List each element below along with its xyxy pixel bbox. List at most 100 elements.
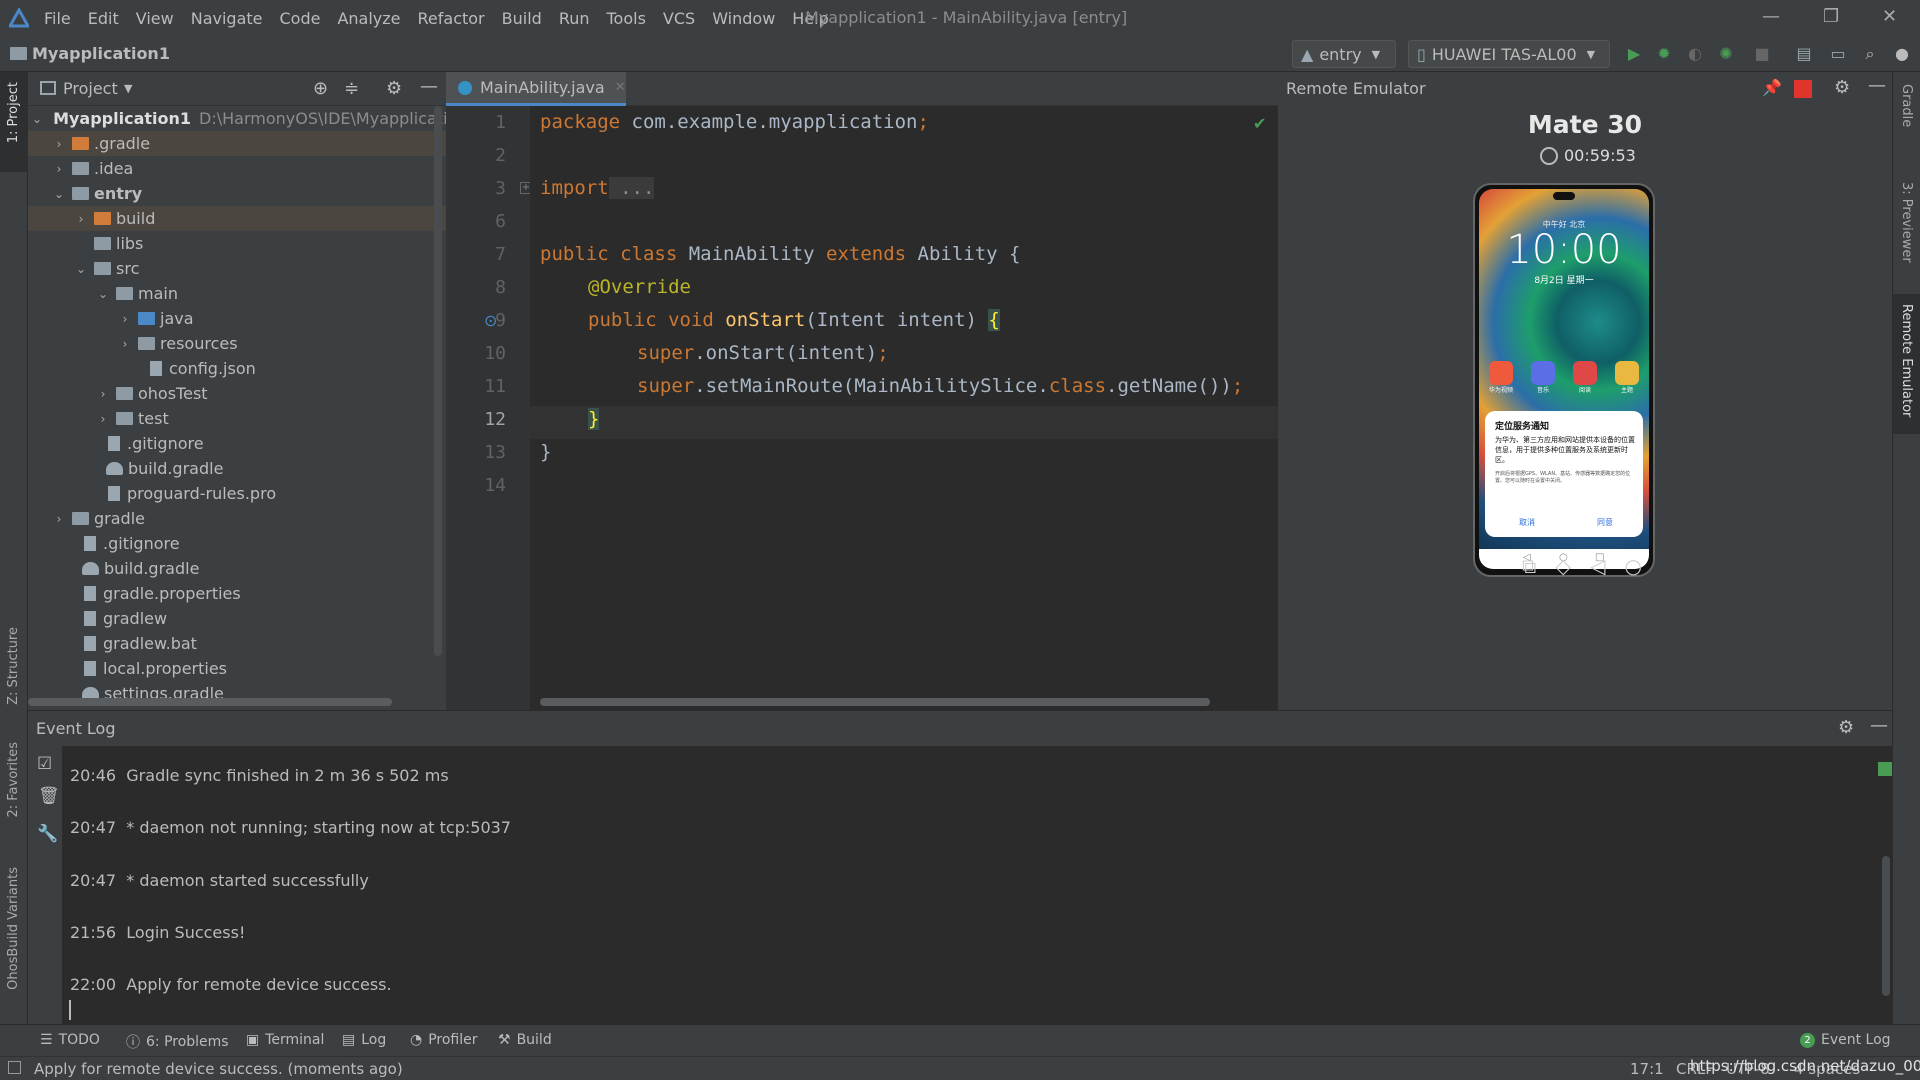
menu-edit[interactable]: Edit (88, 9, 119, 28)
vertical-scrollbar[interactable] (1882, 856, 1890, 996)
app-video[interactable]: 华为视频 (1489, 361, 1513, 394)
menu-view[interactable]: View (136, 9, 174, 28)
menu-run[interactable]: Run (559, 9, 590, 28)
profiler-tool-button[interactable]: ◔ Profiler (410, 1032, 478, 1048)
gear-icon[interactable]: ⚙ (1838, 717, 1854, 738)
event-log-body[interactable]: 20:46 Gradle sync finished in 2 m 36 s 5… (62, 746, 1892, 1024)
build-tool-button[interactable]: ⚒ Build (498, 1032, 552, 1048)
wrench-icon[interactable]: 🔧 (37, 824, 58, 844)
vertical-scrollbar[interactable] (434, 106, 442, 656)
gradle-tool-tab[interactable]: Gradle (1899, 84, 1914, 127)
tree-item-gitignore[interactable]: .gitignore (28, 531, 446, 556)
override-marker-icon[interactable]: ⊙ (484, 311, 497, 330)
tree-item-gitignore-entry[interactable]: .gitignore (28, 431, 446, 456)
restore-icon[interactable]: ❐ (1823, 6, 1839, 27)
caret-position[interactable]: 17:1 (1630, 1060, 1664, 1078)
chevron-down-icon[interactable]: ▼ (124, 82, 132, 95)
run-icon[interactable]: ▶ (1624, 44, 1644, 64)
tree-root[interactable]: ⌄ Myapplication1 D:\HarmonyOS\IDE\Myappl… (28, 106, 446, 131)
app-music[interactable]: 音乐 (1531, 361, 1555, 394)
back-icon[interactable]: ◁ (1590, 554, 1605, 578)
tree-item-config-json[interactable]: config.json (28, 356, 446, 381)
tab-mainability-java[interactable]: MainAbility.java ✕ (446, 72, 626, 106)
run-config-select[interactable]: ▲ entry ▼ (1292, 40, 1396, 68)
tree-item-gradle[interactable]: › gradle (28, 506, 446, 531)
code-editor[interactable]: package com.example.myapplication; impor… (530, 106, 1278, 710)
tree-item-build-gradle-entry[interactable]: build.gradle (28, 456, 446, 481)
menu-vcs[interactable]: VCS (663, 9, 695, 28)
stop-emulator-icon[interactable] (1794, 80, 1812, 98)
terminal-tool-button[interactable]: ▣ Terminal (246, 1032, 324, 1048)
remote-emulator-tool-tab[interactable]: Remote Emulator (1893, 294, 1920, 434)
log-tool-button[interactable]: ▤ Log (342, 1032, 386, 1048)
tree-item-gradlew-bat[interactable]: gradlew.bat (28, 631, 446, 656)
event-log-tool-button[interactable]: 2 Event Log (1800, 1032, 1891, 1048)
project-structure-icon[interactable]: ▤ (1794, 44, 1814, 64)
debug-icon[interactable]: ✹ (1654, 44, 1674, 64)
account-icon[interactable]: ● (1892, 44, 1912, 64)
app-books[interactable]: 阅读 (1572, 361, 1597, 394)
tree-item-gradle-properties[interactable]: gradle.properties (28, 581, 446, 606)
menu-build[interactable]: Build (502, 9, 542, 28)
breadcrumb[interactable]: Myapplication1 (10, 44, 170, 63)
menu-file[interactable]: File (44, 9, 71, 28)
locate-icon[interactable]: ⊕ (313, 78, 328, 99)
tree-item-build[interactable]: › build (28, 206, 446, 231)
build-variants-tool-tab[interactable]: OhosBuild Variants (6, 867, 21, 990)
previewer-tool-tab[interactable]: 3: Previewer (1899, 182, 1914, 263)
hide-panel-icon[interactable]: — (1870, 715, 1888, 736)
structure-tool-tab[interactable]: Z: Structure (6, 627, 21, 705)
tree-item-main[interactable]: ⌄ main (28, 281, 446, 306)
todo-tool-button[interactable]: ☰ TODO (40, 1032, 100, 1048)
tree-item-test[interactable]: › test (28, 406, 446, 431)
device-select[interactable]: ▯ HUAWEI TAS-AL00 ▼ (1408, 40, 1610, 68)
menu-window[interactable]: Window (712, 9, 775, 28)
gear-icon[interactable]: ⚙ (1834, 77, 1850, 98)
tree-item-java[interactable]: › java (28, 306, 446, 331)
tree-item-idea[interactable]: › .idea (28, 156, 446, 181)
tree-item-gradle-dir[interactable]: › .gradle (28, 131, 446, 156)
mark-read-icon[interactable]: ☑ (37, 754, 52, 774)
menu-refactor[interactable]: Refactor (418, 9, 485, 28)
favorites-tool-tab[interactable]: 2: Favorites (6, 742, 21, 818)
menu-code[interactable]: Code (280, 9, 321, 28)
problems-tool-button[interactable]: ⓘ 6: Problems (126, 1032, 229, 1052)
menu-analyze[interactable]: Analyze (337, 9, 400, 28)
gear-icon[interactable]: ⚙ (386, 78, 402, 99)
tree-item-resources[interactable]: › resources (28, 331, 446, 356)
menu-navigate[interactable]: Navigate (191, 9, 263, 28)
app-themes[interactable]: 主题 (1614, 361, 1639, 394)
home-icon[interactable]: ○ (1625, 554, 1642, 578)
horizontal-scrollbar[interactable] (540, 698, 1210, 706)
search-icon[interactable]: ⌕ (1860, 44, 1880, 64)
minimize-icon[interactable]: — (1762, 6, 1780, 27)
screenshot-icon[interactable]: ⧉ (1522, 554, 1536, 578)
tree-item-ohostest[interactable]: › ohosTest (28, 381, 446, 406)
horizontal-scrollbar[interactable] (28, 698, 392, 706)
close-tab-icon[interactable]: ✕ (615, 80, 626, 95)
panel-toggle-icon[interactable] (8, 1061, 21, 1074)
tree-item-entry[interactable]: ⌄ entry (28, 181, 446, 206)
tree-item-local-properties[interactable]: local.properties (28, 656, 446, 681)
trash-icon[interactable]: 🗑 (38, 786, 60, 806)
hide-panel-icon[interactable]: — (1868, 75, 1886, 96)
tree-item-libs[interactable]: libs (28, 231, 446, 256)
tree-item-build-gradle[interactable]: build.gradle (28, 556, 446, 581)
hide-panel-icon[interactable]: — (420, 76, 438, 97)
profile-icon[interactable]: ✺ (1716, 44, 1736, 64)
dialog-agree-button[interactable]: 同意 (1597, 517, 1613, 528)
phone-screen[interactable]: 中午好 北京 10:00 8月2日 星期一 华为视频 音乐 阅读 主题 定位服务… (1479, 189, 1649, 569)
stop-icon[interactable]: ■ (1752, 44, 1772, 64)
rotate-icon[interactable]: ◇ (1555, 554, 1570, 578)
collapse-all-icon[interactable]: ≑ (344, 78, 359, 99)
folded-imports[interactable]: ... (608, 177, 655, 199)
dialog-cancel-button[interactable]: 取消 (1519, 517, 1535, 528)
tree-item-src[interactable]: ⌄ src (28, 256, 446, 281)
project-tool-tab[interactable]: 1: Project (0, 72, 28, 172)
project-view-label[interactable]: Project (63, 79, 118, 98)
tree-item-gradlew[interactable]: gradlew (28, 606, 446, 631)
pin-icon[interactable]: 📌 (1762, 78, 1782, 97)
close-window-icon[interactable]: ✕ (1882, 6, 1897, 27)
menu-tools[interactable]: Tools (607, 9, 646, 28)
attach-debugger-icon[interactable]: ◐ (1685, 44, 1705, 64)
